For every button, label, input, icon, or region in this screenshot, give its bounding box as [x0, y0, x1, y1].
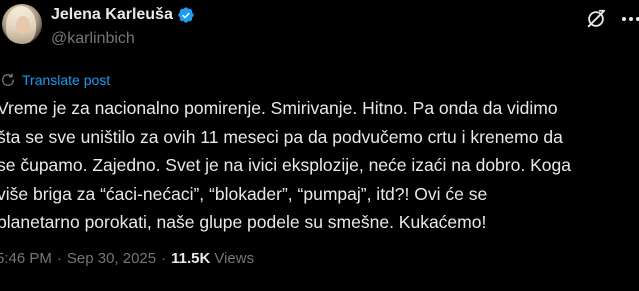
post: Jelena Karleuša @karlinbich Translate po… — [0, 0, 639, 291]
translate-post-link[interactable]: Translate post — [0, 72, 110, 88]
post-date[interactable]: Sep 30, 2025 — [67, 250, 156, 267]
name-row: Jelena Karleuša — [51, 6, 195, 24]
views-label: Views — [214, 250, 255, 267]
translate-icon — [0, 72, 16, 88]
avatar-face — [16, 16, 30, 34]
post-meta: 5:46 PM · Sep 30, 2025 · 11.5K Views — [0, 250, 254, 267]
meta-separator: · — [56, 250, 62, 267]
grok-icon[interactable] — [585, 8, 607, 30]
views-count[interactable]: 11.5K — [171, 250, 210, 267]
translate-post-label: Translate post — [22, 72, 111, 88]
handle[interactable]: @karlinbich — [51, 30, 135, 48]
avatar[interactable] — [2, 4, 42, 44]
meta-separator-2: · — [161, 250, 167, 267]
verified-badge-icon[interactable] — [177, 6, 195, 24]
more-options-icon[interactable] — [620, 8, 639, 30]
post-time[interactable]: 5:46 PM — [0, 250, 52, 267]
post-text: Vreme je za nacionalno pomirenje. Smiriv… — [0, 98, 571, 233]
display-name[interactable]: Jelena Karleuša — [51, 6, 173, 24]
